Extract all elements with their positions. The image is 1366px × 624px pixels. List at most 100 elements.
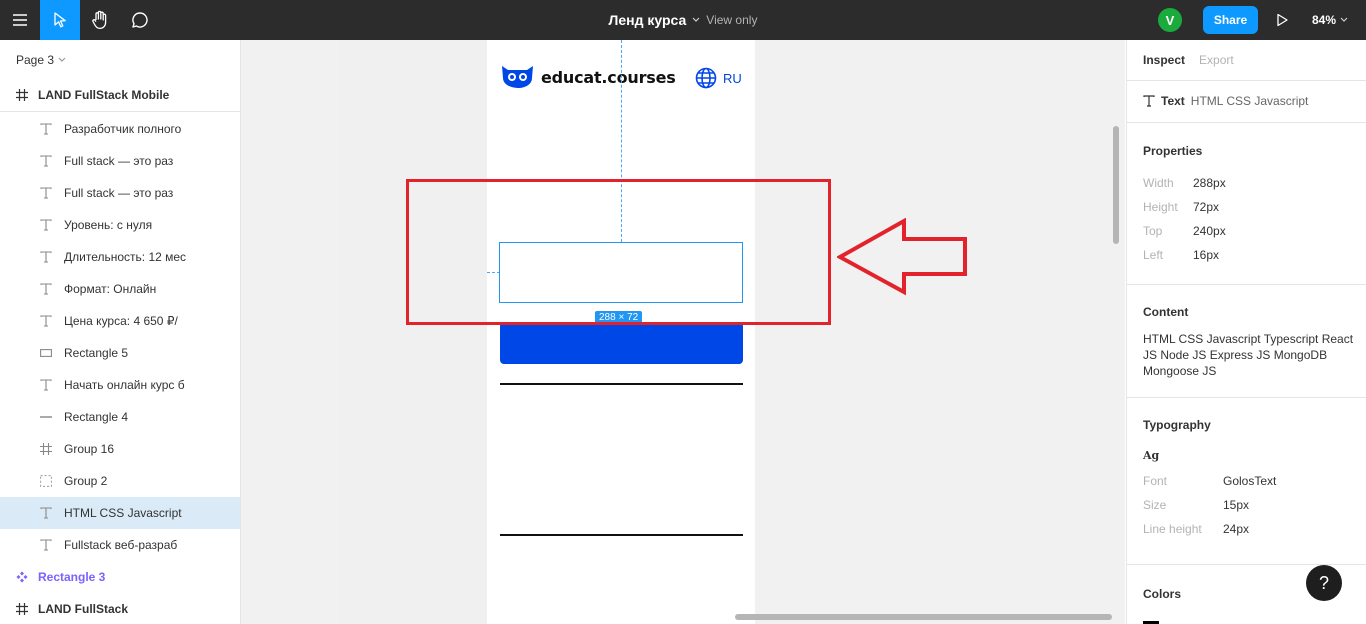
prop-top-label: Top [1143,224,1163,238]
layer-item-label: Fullstack веб-разраб [64,538,178,552]
cta-button-shape [500,322,743,364]
component-icon [16,571,28,583]
prop-width-value[interactable]: 288px [1193,176,1226,190]
frame-layer-label: LAND FullStack [38,602,129,616]
layer-item[interactable]: Цена курса: 4 650 ₽/ [0,305,240,337]
layer-item-label: Уровень: с нуля [64,218,153,232]
divider [1127,122,1366,123]
size-value[interactable]: 15px [1223,498,1249,512]
layer-item-label: Full stack — это раз [64,186,174,200]
view-mode-label: View only [706,13,758,27]
document-title[interactable]: Ленд курса [609,12,687,28]
layer-item-label: Full stack — это раз [64,154,174,168]
layer-item[interactable]: Длительность: 12 мес [0,241,240,273]
selected-layer-info: Text HTML CSS Javascript [1143,94,1308,108]
help-button[interactable]: ? [1306,565,1342,601]
layer-item[interactable]: Уровень: с нуля [0,209,240,241]
layers-panel: Page 3 LAND FullStack Mobile Разработчик… [0,40,241,624]
text-icon [40,250,52,264]
prop-left-value[interactable]: 16px [1193,248,1219,262]
frame-layer-land-fullstack-mobile[interactable]: LAND FullStack Mobile [0,79,240,111]
frame-layer-label: LAND FullStack Mobile [38,88,170,102]
present-button[interactable] [1272,10,1292,30]
content-text[interactable]: HTML CSS Javascript Typescript React JS … [1143,331,1355,379]
prop-left-label: Left [1143,248,1164,262]
text-icon [40,378,52,392]
font-label: Font [1143,474,1168,488]
properties-title: Properties [1143,144,1203,158]
design-canvas[interactable]: educat.courses RU 288 × 72 [241,40,1125,624]
language-label: RU [723,70,742,86]
layer-item[interactable]: Fullstack веб-разраб [0,529,240,561]
layer-item-label: Формат: Онлайн [64,282,157,296]
layer-item[interactable]: Rectangle 5 [0,337,240,369]
layer-item[interactable]: Rectangle 4 [0,401,240,433]
frame-icon [16,89,28,101]
layer-item-label: Начать онлайн курс б [64,378,185,392]
educat-logo: educat.courses [500,65,676,89]
layer-item-label: Group 16 [64,442,115,456]
layer-item[interactable]: Начать онлайн курс б [0,369,240,401]
comment-tool-button[interactable] [120,0,160,40]
layer-kind: Text [1161,94,1185,108]
layer-item[interactable]: Формат: Онлайн [0,273,240,305]
layer-item[interactable]: Group 2 [0,465,240,497]
component-layer-rectangle-3[interactable]: Rectangle 3 [0,561,240,593]
layer-item-label: Длительность: 12 мес [64,250,187,264]
horizontal-scrollbar[interactable] [735,614,1112,620]
frame-layer-land-fullstack[interactable]: LAND FullStack [0,593,240,624]
text-icon [40,122,52,136]
layer-name: HTML CSS Javascript [1190,94,1309,108]
hand-tool-button[interactable] [80,0,120,40]
line-height-label: Line height [1143,522,1202,536]
text-icon [40,314,52,328]
hamburger-icon [13,14,27,26]
layer-item[interactable]: Full stack — это раз [0,145,240,177]
font-value[interactable]: GolosText [1223,474,1276,488]
layer-item[interactable]: Разработчик полного [0,113,240,145]
divider [0,111,240,112]
prop-height-value[interactable]: 72px [1193,200,1219,214]
annotation-highlight-box [406,179,831,325]
frame-icon [40,442,52,456]
tab-export[interactable]: Export [1199,53,1234,67]
divider-line [500,534,743,536]
divider [1127,284,1366,285]
prop-height-label: Height [1143,200,1178,214]
rectangle-icon [40,346,52,360]
hand-icon [92,10,107,30]
text-icon [40,154,52,168]
text-icon [40,506,52,520]
globe-icon [695,67,717,89]
page-selector[interactable]: Page 3 [16,53,66,67]
prop-width-label: Width [1143,176,1174,190]
text-icon [40,218,52,232]
inspect-panel: Inspect Export Text HTML CSS Javascript … [1126,40,1366,624]
text-icon [40,186,52,200]
move-tool-button[interactable] [40,0,80,40]
share-button[interactable]: Share [1203,6,1258,34]
main-menu-button[interactable] [0,0,40,40]
chevron-down-icon[interactable] [692,17,700,23]
layer-item[interactable]: HTML CSS Javascript [0,497,240,529]
vertical-scrollbar[interactable] [1113,126,1119,244]
chevron-down-icon [1340,17,1348,22]
zoom-control[interactable]: 84% [1312,0,1348,40]
user-avatar[interactable]: V [1158,8,1182,32]
divider [1127,564,1366,565]
play-icon [1277,13,1288,27]
size-label: Size [1143,498,1167,512]
zoom-level: 84% [1312,13,1337,27]
tab-inspect[interactable]: Inspect [1143,53,1185,67]
chevron-down-icon [58,57,66,62]
layer-item[interactable]: Full stack — это раз [0,177,240,209]
line-height-value[interactable]: 24px [1223,522,1249,536]
divider [1127,80,1366,81]
layer-item-label: Rectangle 4 [64,410,129,424]
layer-item-label: Цена курса: 4 650 ₽/ [64,314,178,328]
frame-icon [16,603,28,615]
language-switcher: RU [695,67,742,89]
prop-top-value[interactable]: 240px [1193,224,1226,238]
layer-item[interactable]: Group 16 [0,433,240,465]
colors-title: Colors [1143,587,1182,601]
